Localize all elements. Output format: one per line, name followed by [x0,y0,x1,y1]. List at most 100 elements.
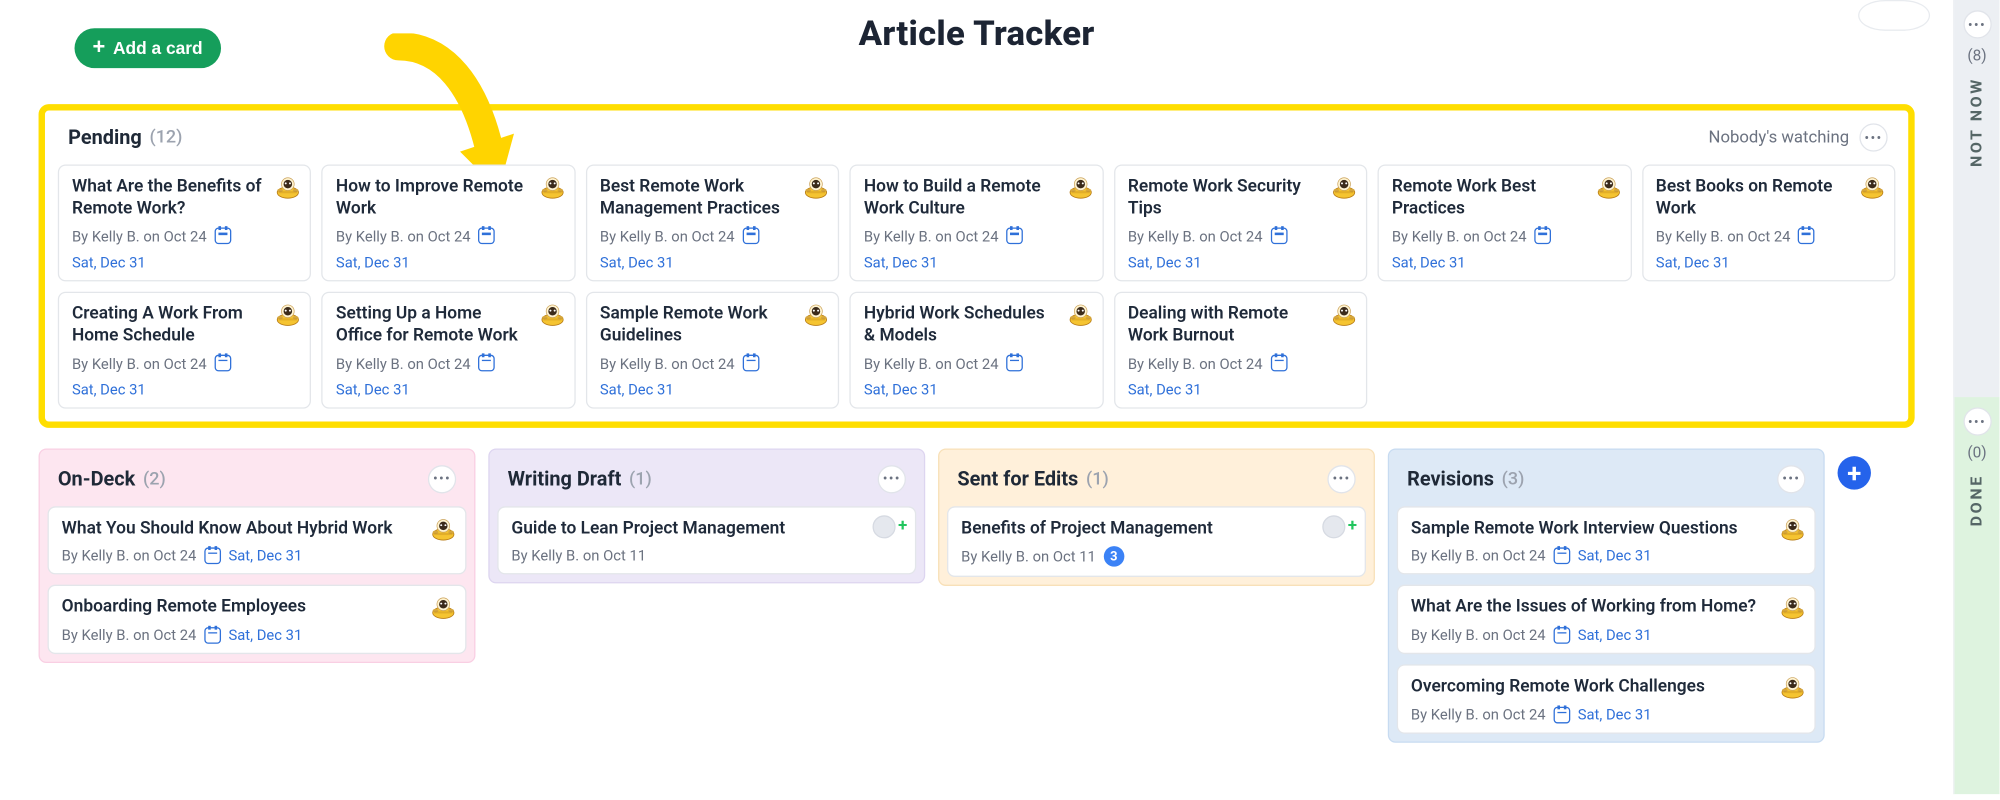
notnow-menu-button[interactable]: ••• [1963,10,1991,38]
card[interactable]: Onboarding Remote Employees By Kelly B. o… [48,585,467,654]
card-byline: By Kelly B. on Oct 24 [1392,227,1527,245]
calendar-icon [1553,627,1570,644]
add-column-button[interactable]: + [1838,456,1871,489]
card-due-date: Sat, Dec 31 [1578,626,1652,644]
calendar-icon [1006,228,1023,245]
card-title: Sample Remote Work Interview Questions [1411,517,1802,539]
card-byline: By Kelly B. on Oct 24 [1411,626,1546,644]
pending-menu-button[interactable]: ••• [1859,123,1887,151]
calendar-icon [214,355,231,372]
card-title: Remote Work Best Practices [1392,176,1617,219]
card[interactable]: Sample Remote Work GuidelinesBy Kelly B.… [586,291,840,408]
edits-title: Sent for Edits [957,467,1078,490]
card-due-date: Sat, Dec 31 [864,380,938,398]
card[interactable]: Sample Remote Work Interview QuestionsBy… [1397,506,1816,575]
calendar-icon [1534,228,1551,245]
card[interactable]: Setting Up a Home Office for Remote Work… [322,291,576,408]
card-byline: By Kelly B. on Oct 24 [600,354,735,372]
pending-section: Pending (12) Nobody's watching ••• What … [39,104,1915,427]
card-byline: By Kelly B. on Oct 24 [62,547,197,565]
card-byline: By Kelly B. on Oct 11 [511,547,646,565]
add-assignee-icon[interactable]: + [1348,517,1357,536]
writing-count: (1) [629,468,652,489]
ondeck-menu-button[interactable]: ••• [428,465,456,493]
calendar-icon [204,627,221,644]
calendar-icon [204,547,221,564]
card-byline: By Kelly B. on Oct 24 [1128,227,1263,245]
assignee-avatar-icon [1778,594,1806,622]
column-revisions: Revisions (3) ••• Sample Remote Work Int… [1388,448,1825,743]
card-title: What Are the Issues of Working from Home… [1411,597,1802,619]
collapsed-column-notnow[interactable]: ••• (8) NOT NOW [1953,0,1999,397]
card[interactable]: Remote Work Best Practices By Kelly B. on… [1378,164,1632,281]
card[interactable]: Dealing with Remote Work BurnoutBy Kelly… [1114,291,1368,408]
card[interactable]: How to Improve Remote WorkBy Kelly B. on… [322,164,576,281]
assignee-avatar-icon [429,594,457,622]
card[interactable]: What Are the Benefits of Remote Work? By … [58,164,312,281]
card-due-date: Sat, Dec 31 [72,253,146,271]
card[interactable]: Creating A Work From Home ScheduleBy Kel… [58,291,312,408]
card-title: How to Improve Remote Work [336,176,561,219]
card-due-date: Sat, Dec 31 [336,253,410,271]
card[interactable]: Remote Work Security TipsBy Kelly B. on … [1114,164,1368,281]
ondeck-title: On-Deck [58,467,135,490]
card-byline: By Kelly B. on Oct 24 [336,354,471,372]
card[interactable]: Best Books on Remote WorkBy Kelly B. on … [1642,164,1896,281]
card-byline: By Kelly B. on Oct 24 [72,354,207,372]
assignee-placeholder[interactable]: + [880,515,907,538]
card-byline: By Kelly B. on Oct 24 [72,227,207,245]
card-title: Onboarding Remote Employees [62,597,453,619]
card-title: Overcoming Remote Work Challenges [1411,676,1802,698]
card-byline: By Kelly B. on Oct 24 [864,354,999,372]
card-title: What Are the Benefits of Remote Work? [72,176,297,219]
calendar-icon [1270,228,1287,245]
card-title: Best Books on Remote Work [1656,176,1881,219]
revisions-menu-button[interactable]: ••• [1777,465,1805,493]
card[interactable]: How to Build a Remote Work CultureBy Kel… [850,164,1104,281]
card[interactable]: Overcoming Remote Work ChallengesBy Kell… [1397,665,1816,734]
calendar-icon [1006,355,1023,372]
card-byline: By Kelly B. on Oct 11 [961,548,1096,566]
right-rail: ••• (8) NOT NOW ••• (0) DONE [1953,0,1999,794]
card-title: Best Remote Work Management Practices [600,176,825,219]
card-due-date: Sat, Dec 31 [1392,253,1466,271]
ondeck-count: (2) [143,468,166,489]
card[interactable]: What Are the Issues of Working from Home… [1397,585,1816,654]
done-menu-button[interactable]: ••• [1963,407,1991,435]
card[interactable]: +Guide to Lean Project ManagementBy Kell… [497,506,916,575]
collapsed-column-done[interactable]: ••• (0) DONE [1953,397,1999,794]
comment-count-badge: 3 [1104,547,1125,568]
card[interactable]: Hybrid Work Schedules & ModelsBy Kelly B… [850,291,1104,408]
card-title: How to Build a Remote Work Culture [864,176,1089,219]
card-title: What You Should Know About Hybrid Work [62,517,453,539]
add-assignee-icon[interactable]: + [898,517,907,536]
writing-menu-button[interactable]: ••• [878,465,906,493]
assignee-avatar-icon [802,173,830,201]
assignee-avatar-icon [1066,173,1094,201]
assignee-avatar-icon [274,300,302,328]
watchers-text: Nobody's watching [1709,128,1850,147]
card[interactable]: +Benefits of Project ManagementBy Kelly … [947,506,1366,578]
done-label: DONE [1967,474,1986,526]
notnow-count: (8) [1967,46,1986,64]
page-title: Article Tracker [0,13,1953,54]
assignee-avatar-icon [538,173,566,201]
edits-count: (1) [1086,468,1109,489]
assignee-avatar-icon [1778,674,1806,702]
assignee-avatar-icon [274,173,302,201]
card-byline: By Kelly B. on Oct 24 [1128,354,1263,372]
calendar-icon [1553,706,1570,723]
assignee-avatar-icon [538,300,566,328]
done-count: (0) [1967,443,1986,461]
notnow-label: NOT NOW [1967,77,1986,167]
edits-menu-button[interactable]: ••• [1327,465,1355,493]
assignee-avatar-icon [1330,300,1358,328]
card-due-date: Sat, Dec 31 [1578,547,1652,565]
card[interactable]: What You Should Know About Hybrid Work By… [48,506,467,575]
assignee-placeholder[interactable]: + [1330,515,1357,538]
card[interactable]: Best Remote Work Management PracticesBy … [586,164,840,281]
card-due-date: Sat, Dec 31 [336,380,410,398]
calendar-icon [214,228,231,245]
card-byline: By Kelly B. on Oct 24 [62,626,197,644]
card-due-date: Sat, Dec 31 [600,253,674,271]
